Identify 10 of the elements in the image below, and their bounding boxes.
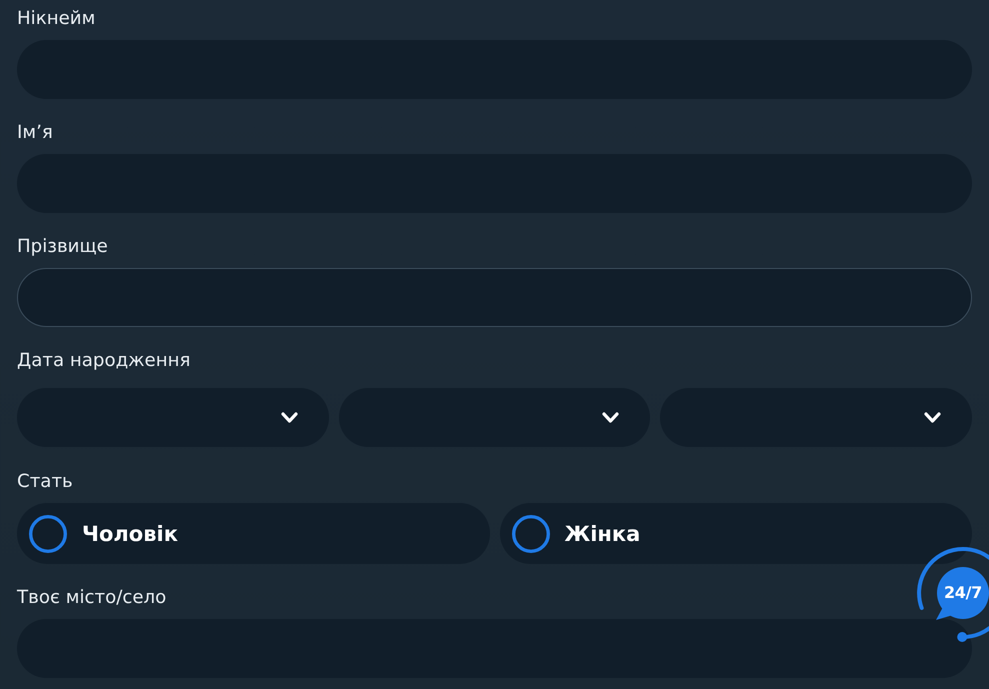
field-label: Ім’я bbox=[17, 122, 53, 143]
field-label: Твоє місто/село bbox=[17, 587, 166, 608]
radio-option[interactable]: Чоловік bbox=[17, 503, 490, 564]
field-label: Нікнейм bbox=[17, 8, 96, 29]
support-chat-button[interactable]: 24/7 bbox=[915, 545, 989, 642]
headset-icon bbox=[915, 545, 989, 642]
field-label: Дата народження bbox=[17, 350, 190, 371]
field-label: Стать bbox=[17, 471, 73, 492]
field-label: Прізвище bbox=[17, 236, 108, 257]
radio-option[interactable]: Жінка bbox=[500, 503, 972, 564]
